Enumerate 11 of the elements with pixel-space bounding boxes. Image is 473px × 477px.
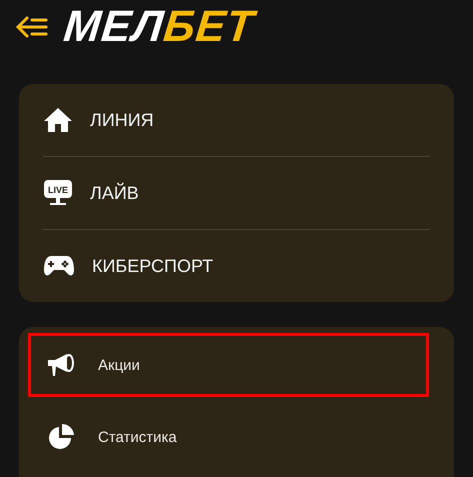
back-button[interactable]: [16, 16, 48, 38]
home-icon: [43, 107, 73, 133]
pie-chart-icon: [47, 423, 75, 451]
megaphone-icon: [47, 353, 75, 377]
menu-item[interactable]: ЛАЙВ: [90, 182, 139, 204]
menu-item[interactable]: ЛИНИЯ: [90, 110, 154, 130]
gamepad-icon: [43, 255, 75, 277]
highlighted-menu-item[interactable]: Акции: [28, 333, 429, 397]
menu-item[interactable]: Статистика: [28, 405, 429, 469]
menu-item[interactable]: КИБЕРСПОРТ: [92, 256, 214, 276]
logo: МЕЛБЕТ: [62, 5, 256, 49]
